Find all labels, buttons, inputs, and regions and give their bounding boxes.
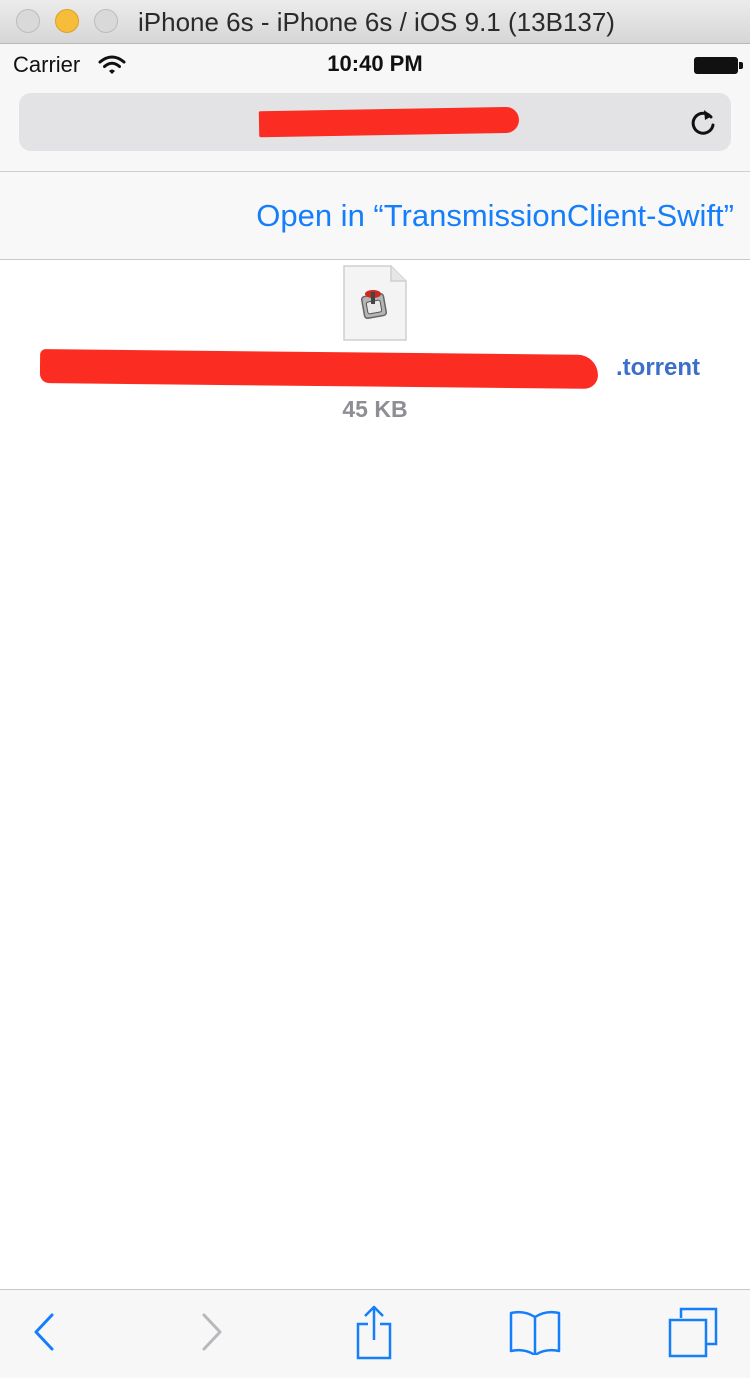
open-in-app-button[interactable]: Open in “TransmissionClient-Swift” bbox=[256, 172, 734, 260]
forward-button[interactable] bbox=[192, 1300, 232, 1364]
url-redaction bbox=[258, 106, 520, 138]
zoom-window-button[interactable] bbox=[94, 9, 118, 33]
window-title: iPhone 6s - iPhone 6s / iOS 9.1 (13B137) bbox=[138, 7, 615, 37]
battery-tip bbox=[739, 62, 743, 69]
simulator-title-bar: iPhone 6s - iPhone 6s / iOS 9.1 (13B137) bbox=[0, 0, 750, 44]
tabs-icon bbox=[668, 1307, 718, 1358]
back-icon bbox=[34, 1313, 54, 1351]
close-window-button[interactable] bbox=[16, 9, 40, 33]
share-button[interactable] bbox=[349, 1300, 399, 1364]
bottom-toolbar bbox=[0, 1289, 750, 1378]
forward-icon bbox=[202, 1313, 222, 1351]
tabs-button[interactable] bbox=[664, 1300, 722, 1364]
back-button[interactable] bbox=[24, 1300, 64, 1364]
battery-icon bbox=[694, 57, 738, 74]
share-icon bbox=[356, 1305, 392, 1360]
torrent-file-icon[interactable] bbox=[343, 265, 407, 341]
reload-icon[interactable] bbox=[689, 107, 717, 137]
url-field[interactable] bbox=[19, 93, 731, 151]
open-in-banner: Open in “TransmissionClient-Swift” bbox=[0, 172, 750, 260]
minimize-window-button[interactable] bbox=[55, 9, 79, 33]
safari-address-bar bbox=[0, 86, 750, 172]
file-size: 45 KB bbox=[342, 396, 408, 422]
file-name-redaction bbox=[39, 349, 599, 389]
bookmarks-icon bbox=[509, 1310, 561, 1355]
status-bar: Carrier 10:40 PM bbox=[0, 44, 750, 86]
status-time: 10:40 PM bbox=[327, 51, 423, 76]
bookmarks-button[interactable] bbox=[506, 1300, 564, 1364]
